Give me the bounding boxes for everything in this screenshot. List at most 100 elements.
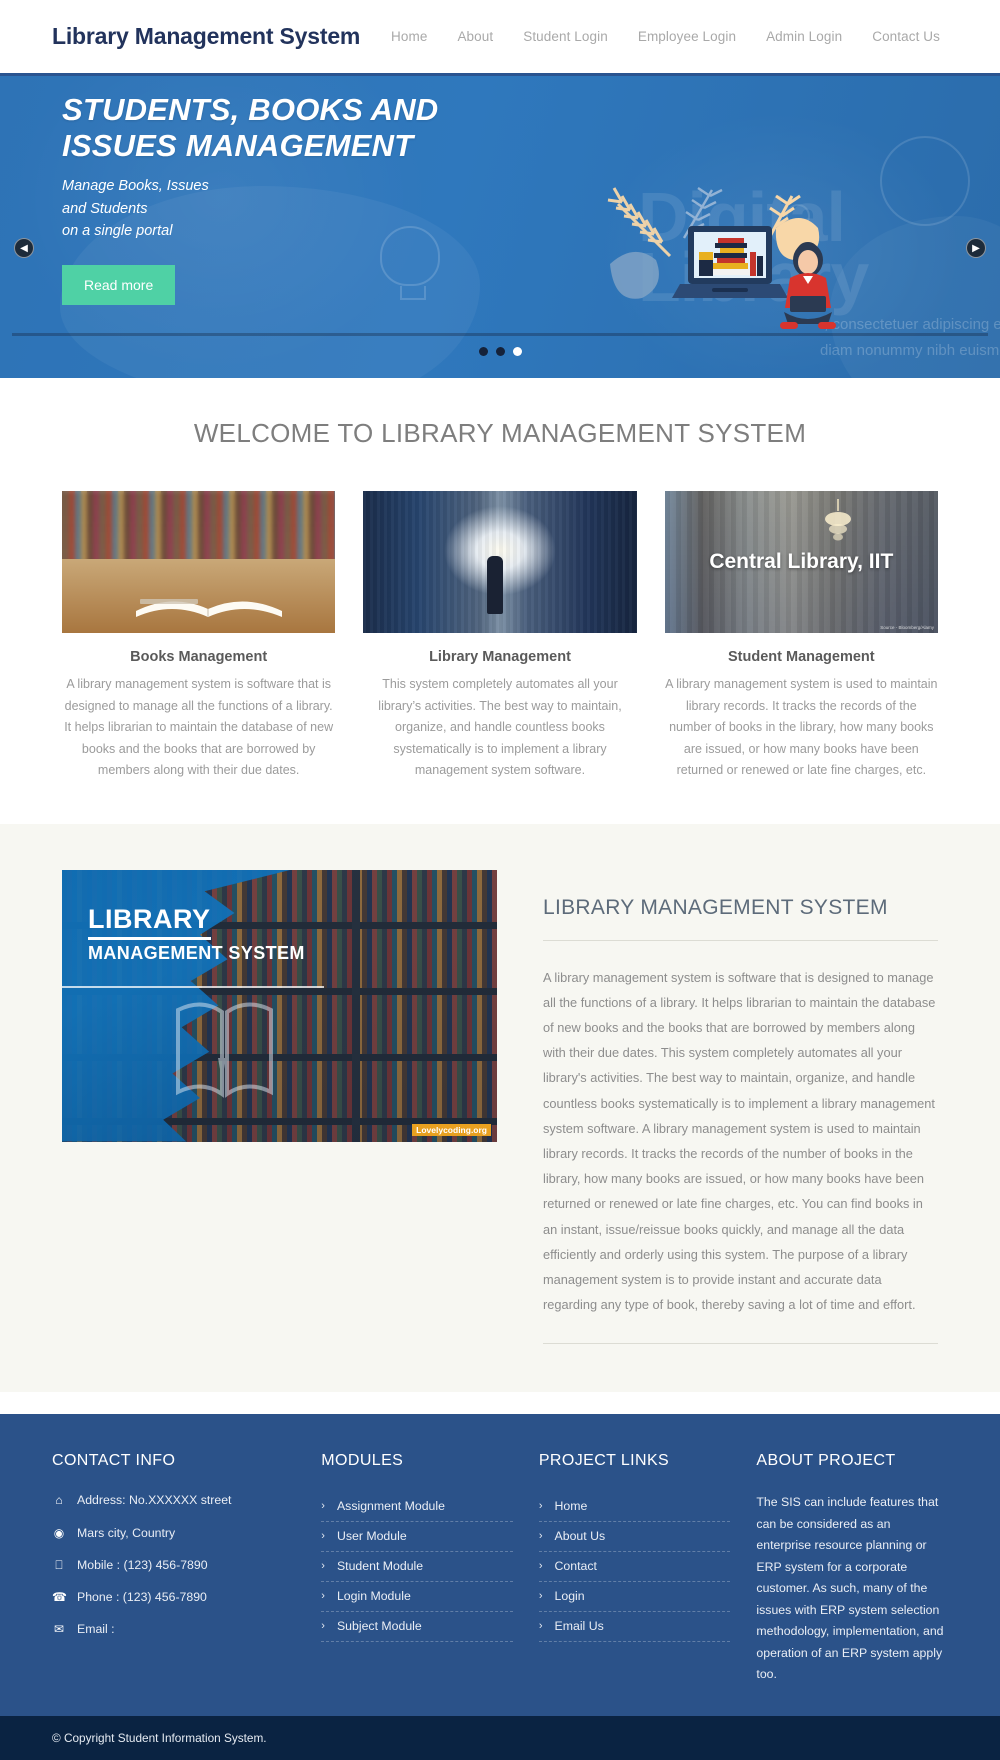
footer-heading-about-project: ABOUT PROJECT <box>756 1452 896 1470</box>
library-management-thumbnail <box>363 491 637 633</box>
about-detail-section: LIBRARY MANAGEMENT SYSTEM Lovelycoding.o… <box>0 823 1000 1393</box>
module-item-user[interactable]: › User Module <box>321 1522 513 1553</box>
project-link-home[interactable]: › Home <box>538 1492 731 1523</box>
home-icon: ⌂ <box>55 1493 63 1508</box>
project-link-email-us[interactable]: › Email Us <box>538 1612 731 1643</box>
feature-card-text: A library management system is used to m… <box>665 677 938 777</box>
feature-card-books-management: Books Management A library management sy… <box>62 491 336 782</box>
contact-item-mobile: ⎕ Mobile : (123) 456-7890 <box>52 1557 295 1574</box>
modules-list: › Assignment Module › User Module › Stud… <box>321 1492 513 1643</box>
chevron-right-icon: › <box>538 1500 543 1513</box>
copyright-text: © Copyright Student Information System. <box>52 1730 267 1745</box>
feature-cards-row: Books Management A library management sy… <box>0 491 1000 782</box>
footer-column-contact-info: CONTACT INFO ⌂ Address: No.XXXXXX street… <box>52 1452 295 1686</box>
project-link-label: Contact <box>554 1559 597 1574</box>
carousel-dot-2[interactable] <box>495 347 505 356</box>
hero-illustration <box>600 164 900 364</box>
site-brand: Library Management System <box>52 23 361 49</box>
chevron-right-icon: › <box>538 1530 543 1543</box>
laptop-books-illustration <box>607 187 836 329</box>
books-management-thumbnail <box>62 491 336 633</box>
carousel-next-icon[interactable]: ▶ <box>966 238 986 258</box>
copyright-bar: © Copyright Student Information System. <box>0 1715 1000 1760</box>
footer-heading-modules: MODULES <box>321 1452 404 1470</box>
banner-title-line1: LIBRARY <box>88 904 211 940</box>
detail-heading: LIBRARY MANAGEMENT SYSTEM <box>543 895 888 919</box>
chevron-right-icon: › <box>538 1590 543 1603</box>
main-navigation: Home About Student Login Employee Login … <box>391 29 948 44</box>
chevron-right-icon: › <box>321 1560 325 1573</box>
welcome-section: WELCOME TO LIBRARY MANAGEMENT SYSTEM Boo… <box>0 378 1000 824</box>
contact-item-address: ⌂ Address: No.XXXXXX street <box>52 1492 295 1509</box>
chevron-right-icon: › <box>321 1530 325 1543</box>
footer-heading-contact: CONTACT INFO <box>52 1452 176 1470</box>
library-banner-image: LIBRARY MANAGEMENT SYSTEM Lovelycoding.o… <box>62 869 497 1142</box>
hero-carousel: Digital Library t, consectetuer adipisci… <box>0 76 1000 378</box>
module-item-login[interactable]: › Login Module <box>321 1582 513 1613</box>
nav-item-admin-login[interactable]: Admin Login <box>766 29 842 44</box>
nav-item-home[interactable]: Home <box>391 29 427 44</box>
banner-title-block: LIBRARY MANAGEMENT SYSTEM <box>62 904 324 988</box>
contact-phone-text: Phone : (123) 456-7890 <box>77 1589 207 1604</box>
open-book-illustration <box>136 599 282 617</box>
chevron-right-icon: › <box>538 1620 543 1633</box>
banner-title-rule <box>62 985 324 988</box>
chandelier-icon <box>824 499 851 541</box>
image-watermark: Lovelycoding.org <box>412 1123 491 1136</box>
project-link-label: Email Us <box>554 1619 604 1634</box>
feature-card-student-management: Central Library, IIT Source - Bloomberg/… <box>664 491 938 782</box>
module-item-label: Assignment Module <box>336 1499 445 1514</box>
site-footer: CONTACT INFO ⌂ Address: No.XXXXXX street… <box>0 1414 1000 1716</box>
module-item-subject[interactable]: › Subject Module <box>321 1612 513 1643</box>
thumbnail-caption: Central Library, IIT <box>709 550 894 573</box>
phone-icon: ☎ <box>52 1589 67 1604</box>
project-links-list: › Home › About Us › Contact › Login › Em… <box>538 1492 731 1643</box>
module-item-assignment[interactable]: › Assignment Module <box>321 1492 513 1523</box>
contact-item-city: ◉ Mars city, Country <box>52 1525 295 1542</box>
footer-heading-project-links: PROJECT LINKS <box>538 1452 670 1470</box>
project-link-label: About Us <box>554 1529 606 1544</box>
nav-item-employee-login[interactable]: Employee Login <box>638 29 736 44</box>
chevron-right-icon: › <box>321 1590 325 1603</box>
detail-heading-rule <box>543 939 938 941</box>
contact-address-text: Address: No.XXXXXX street <box>77 1493 232 1508</box>
open-book-outline-icon <box>176 1002 273 1098</box>
module-item-label: Login Module <box>336 1589 411 1604</box>
feature-card-text: A library management system is software … <box>64 677 334 777</box>
carousel-indicators <box>0 347 1000 356</box>
contact-item-phone: ☎ Phone : (123) 456-7890 <box>52 1589 295 1606</box>
globe-icon: ◉ <box>53 1525 65 1540</box>
read-more-button[interactable]: Read more <box>62 264 176 305</box>
carousel-dot-1[interactable] <box>478 347 488 356</box>
footer-spacer <box>0 1392 1000 1415</box>
contact-email-text: Email : <box>77 1622 115 1637</box>
project-link-label: Login <box>554 1589 585 1604</box>
contact-city-text: Mars city, Country <box>77 1525 176 1540</box>
carousel-prev-icon[interactable]: ◀ <box>14 238 34 258</box>
welcome-heading: WELCOME TO LIBRARY MANAGEMENT SYSTEM <box>193 418 807 448</box>
carousel-dot-3[interactable] <box>512 347 522 356</box>
site-header: Library Management System Home About Stu… <box>0 0 1000 76</box>
module-item-student[interactable]: › Student Module <box>321 1552 513 1583</box>
module-item-label: User Module <box>336 1529 407 1544</box>
feature-card-title: Library Management <box>429 649 571 665</box>
footer-column-about-project: ABOUT PROJECT The SIS can include featur… <box>756 1452 948 1686</box>
footer-column-modules: MODULES › Assignment Module › User Modul… <box>321 1452 513 1686</box>
detail-bottom-rule <box>543 1343 938 1345</box>
student-management-thumbnail: Central Library, IIT Source - Bloomberg/… <box>664 491 938 633</box>
envelope-icon: ✉ <box>53 1622 65 1637</box>
feature-card-library-management: Library Management This system completel… <box>363 491 637 782</box>
feature-card-title: Student Management <box>728 649 875 665</box>
banner-title-line2: MANAGEMENT SYSTEM <box>88 942 305 963</box>
chevron-right-icon: › <box>538 1560 543 1573</box>
nav-item-about[interactable]: About <box>457 29 493 44</box>
project-link-contact[interactable]: › Contact <box>538 1552 731 1583</box>
detail-copy-block: LIBRARY MANAGEMENT SYSTEM A library mana… <box>543 870 938 1345</box>
nav-item-student-login[interactable]: Student Login <box>523 29 608 44</box>
project-link-login[interactable]: › Login <box>538 1582 731 1613</box>
thumbnail-source-credit: Source - Bloomberg/Alamy <box>880 625 934 630</box>
detail-row: LIBRARY MANAGEMENT SYSTEM Lovelycoding.o… <box>0 869 1000 1345</box>
project-link-about-us[interactable]: › About Us <box>538 1522 731 1553</box>
nav-item-contact-us[interactable]: Contact Us <box>872 29 940 44</box>
hero-copy-block: STUDENTS, BOOKS AND ISSUES MANAGEMENT Ma… <box>62 92 492 305</box>
